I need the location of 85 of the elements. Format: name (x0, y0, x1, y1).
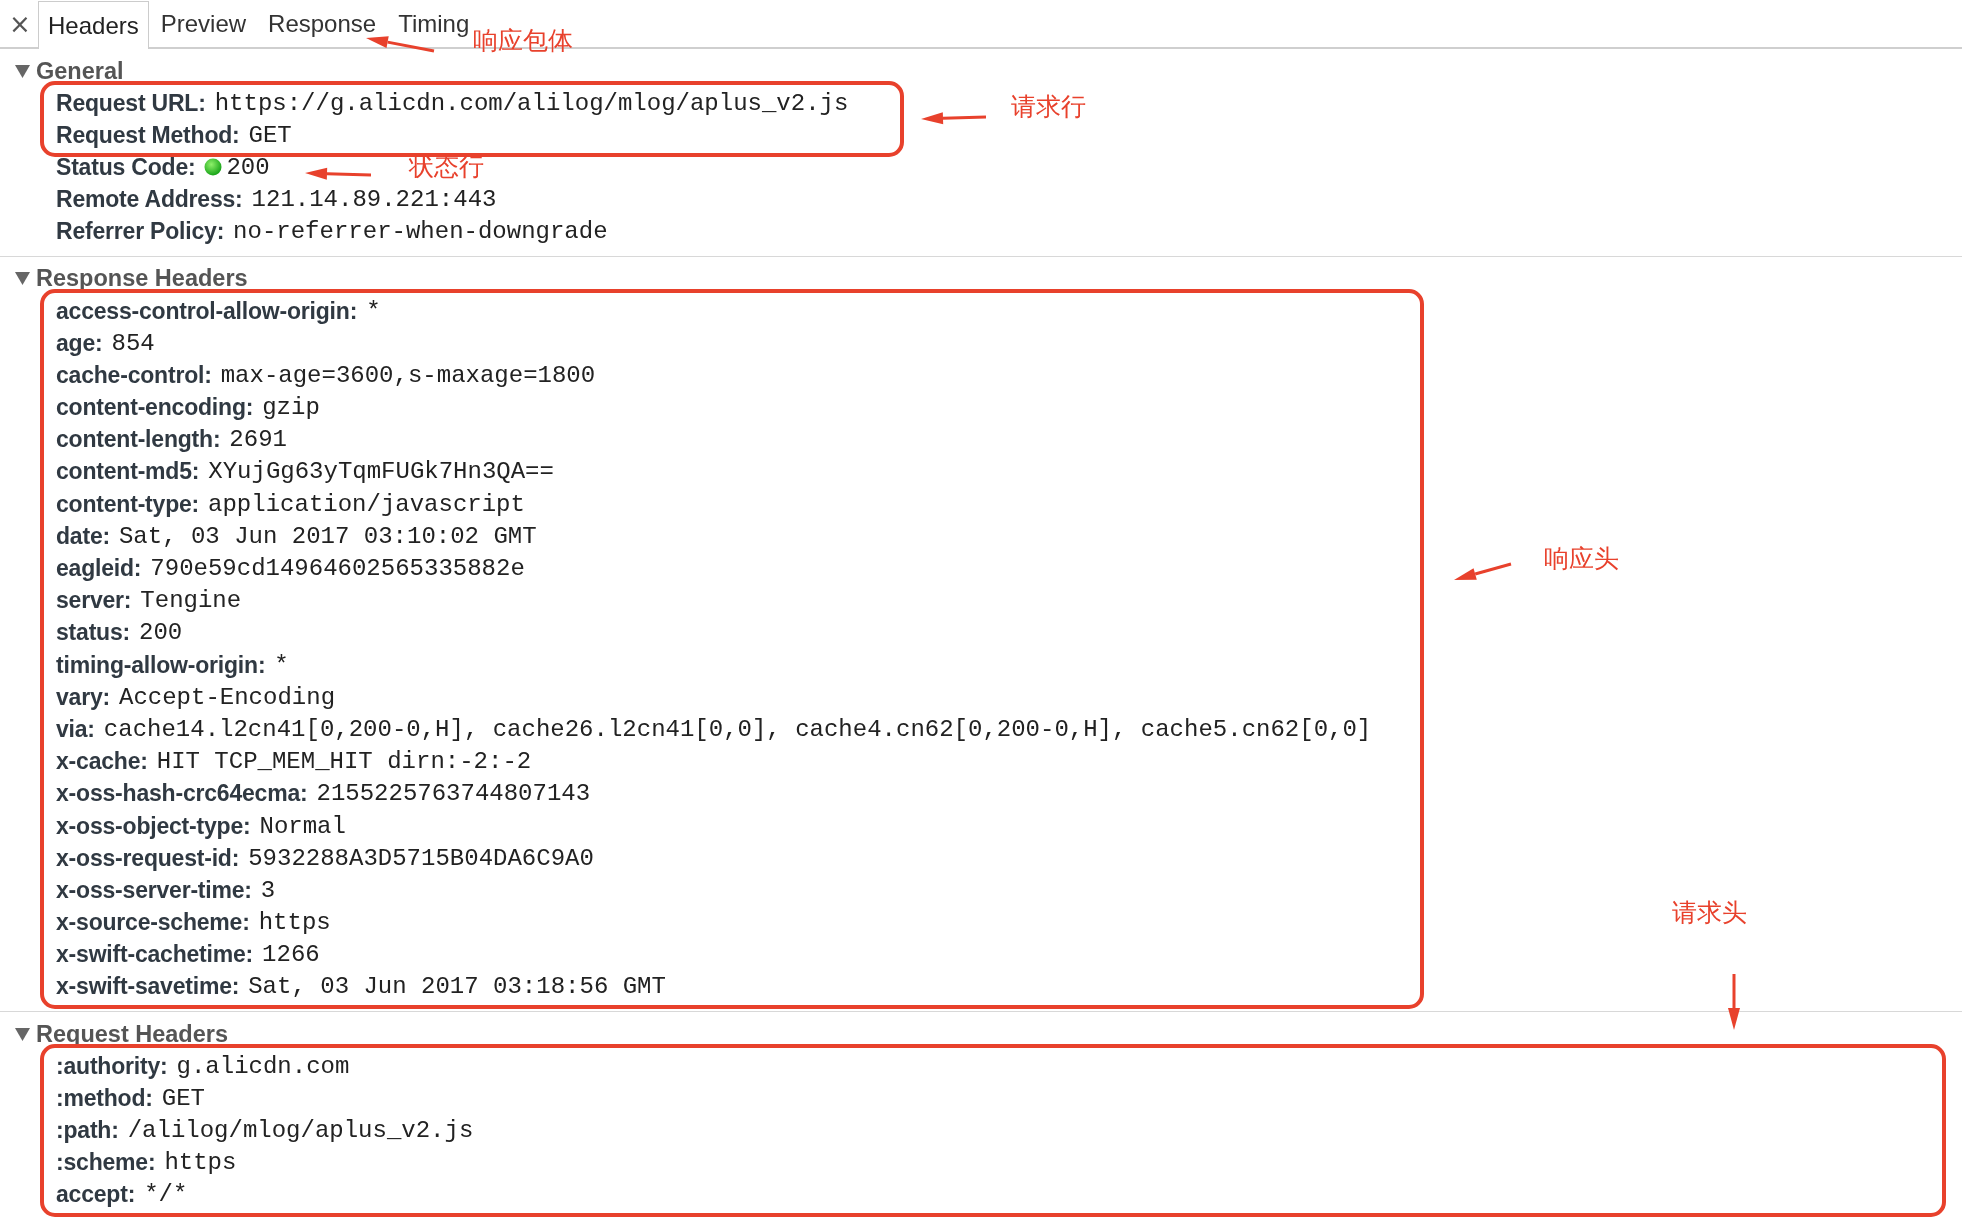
arrow (1454, 562, 1512, 580)
header-name: content-length: (56, 426, 221, 454)
annotation-label: 响应头 (1544, 546, 1619, 571)
header-value: Normal (259, 812, 346, 840)
tab[interactable]: Headers (38, 1, 149, 49)
header-name: x-swift-savetime: (56, 973, 240, 1001)
header-value: 2155225763744807143 (316, 780, 591, 808)
header-value: g.alicdn.com (176, 1052, 350, 1080)
header-value: XYujGg63yTqmFUGk7Hn3QA== (208, 458, 554, 486)
header-value: https://g.alicdn.com/alilog/mlog/aplus_v2.js (214, 89, 849, 117)
header-name: x-oss-object-type: (56, 812, 251, 840)
disclosure-triangle-icon[interactable] (15, 1027, 30, 1041)
header-value: 2691 (229, 426, 287, 454)
header-value: GET (161, 1084, 205, 1112)
header-name: x-source-scheme: (56, 909, 250, 937)
header-value: * (274, 651, 289, 679)
header-name: Request URL: (56, 89, 206, 117)
header-name: cache-control: (56, 361, 212, 389)
header-value: https (164, 1149, 237, 1177)
header-name: timing-allow-origin: (56, 651, 266, 679)
header-value: 1266 (262, 941, 320, 969)
header-name: Request Method: (56, 121, 240, 149)
header-value: 121.14.89.221:443 (251, 186, 497, 214)
header-name: :authority: (56, 1052, 168, 1080)
header-name: x-swift-cachetime: (56, 941, 254, 969)
header-value: 5932288A3D5715B04DA6C9A0 (248, 844, 594, 872)
header-value: max-age=3600,s-maxage=1800 (220, 361, 596, 389)
header-name: content-md5: (56, 458, 200, 486)
header-name: status: (56, 619, 130, 647)
header-name: date: (56, 522, 110, 550)
header-name: eagleid: (56, 555, 142, 583)
header-value: HIT TCP_MEM_HIT dirn:-2:-2 (156, 748, 532, 776)
header-value: 854 (111, 329, 155, 357)
header-value: https (258, 909, 331, 937)
header-value: * (366, 297, 381, 325)
header-value: Accept-Encoding (119, 683, 336, 711)
annotation-label: 请求行 (1011, 94, 1086, 119)
header-value: gzip (262, 394, 320, 422)
tab[interactable]: Preview (150, 0, 257, 47)
header-value: Sat, 03 Jun 2017 03:10:02 GMT (118, 522, 537, 550)
header-value: */* (144, 1181, 188, 1209)
header-name: x-cache: (56, 748, 148, 776)
disclosure-triangle-icon[interactable] (15, 64, 30, 78)
header-value: no-referrer-when-downgrade (233, 218, 608, 246)
header-name: access-control-allow-origin: (56, 297, 358, 325)
header-name: server: (56, 587, 132, 615)
close-button[interactable]: × (2, 1, 38, 47)
section-title[interactable]: Request Headers (36, 1020, 228, 1048)
disclosure-triangle-icon[interactable] (15, 272, 30, 286)
arrow (305, 167, 372, 180)
header-name: Status Code: (56, 153, 196, 181)
header-value: 200 (226, 153, 270, 181)
header-name: :scheme: (56, 1149, 156, 1177)
section-title[interactable]: General (36, 57, 124, 85)
header-name: Referrer Policy: (56, 218, 225, 246)
header-name: vary: (56, 683, 110, 711)
arrow (1728, 974, 1740, 1030)
header-value: 790e59cd14964602565335882e (150, 555, 525, 583)
tab[interactable]: Response (258, 0, 387, 47)
header-name: :path: (56, 1117, 119, 1145)
header-name: :method: (56, 1084, 153, 1112)
header-name: via: (56, 715, 95, 743)
header-name: Remote Address: (56, 186, 243, 214)
header-name: x-oss-request-id: (56, 844, 240, 872)
status-dot-icon (204, 158, 223, 177)
header-name: accept: (56, 1181, 136, 1209)
header-value: 3 (260, 876, 276, 904)
arrow (366, 36, 435, 53)
header-value: Sat, 03 Jun 2017 03:18:56 GMT (248, 973, 666, 1001)
header-value: application/javascript (208, 490, 525, 518)
header-name: content-encoding: (56, 394, 254, 422)
annotation-label: 状态行 (409, 154, 484, 179)
header-name: x-oss-hash-crc64ecma: (56, 780, 308, 808)
section-title[interactable]: Response Headers (36, 265, 248, 293)
header-value: /alilog/mlog/aplus_v2.js (127, 1117, 474, 1145)
header-name: age: (56, 329, 103, 357)
header-value: 200 (139, 619, 183, 647)
header-value: Tengine (140, 587, 242, 615)
arrow (921, 112, 987, 125)
annotation-label: 请求头 (1672, 900, 1747, 925)
header-value: GET (248, 121, 292, 149)
header-name: content-type: (56, 490, 200, 518)
header-value: cache14.l2cn41[0,200-0,H], cache26.l2cn41[0,0], cache4.cn62[0,200-0,H], cache5.cn62[0,0] (103, 715, 1372, 743)
header-name: x-oss-server-time: (56, 876, 252, 904)
annotation-label: 响应包体 (473, 28, 573, 53)
